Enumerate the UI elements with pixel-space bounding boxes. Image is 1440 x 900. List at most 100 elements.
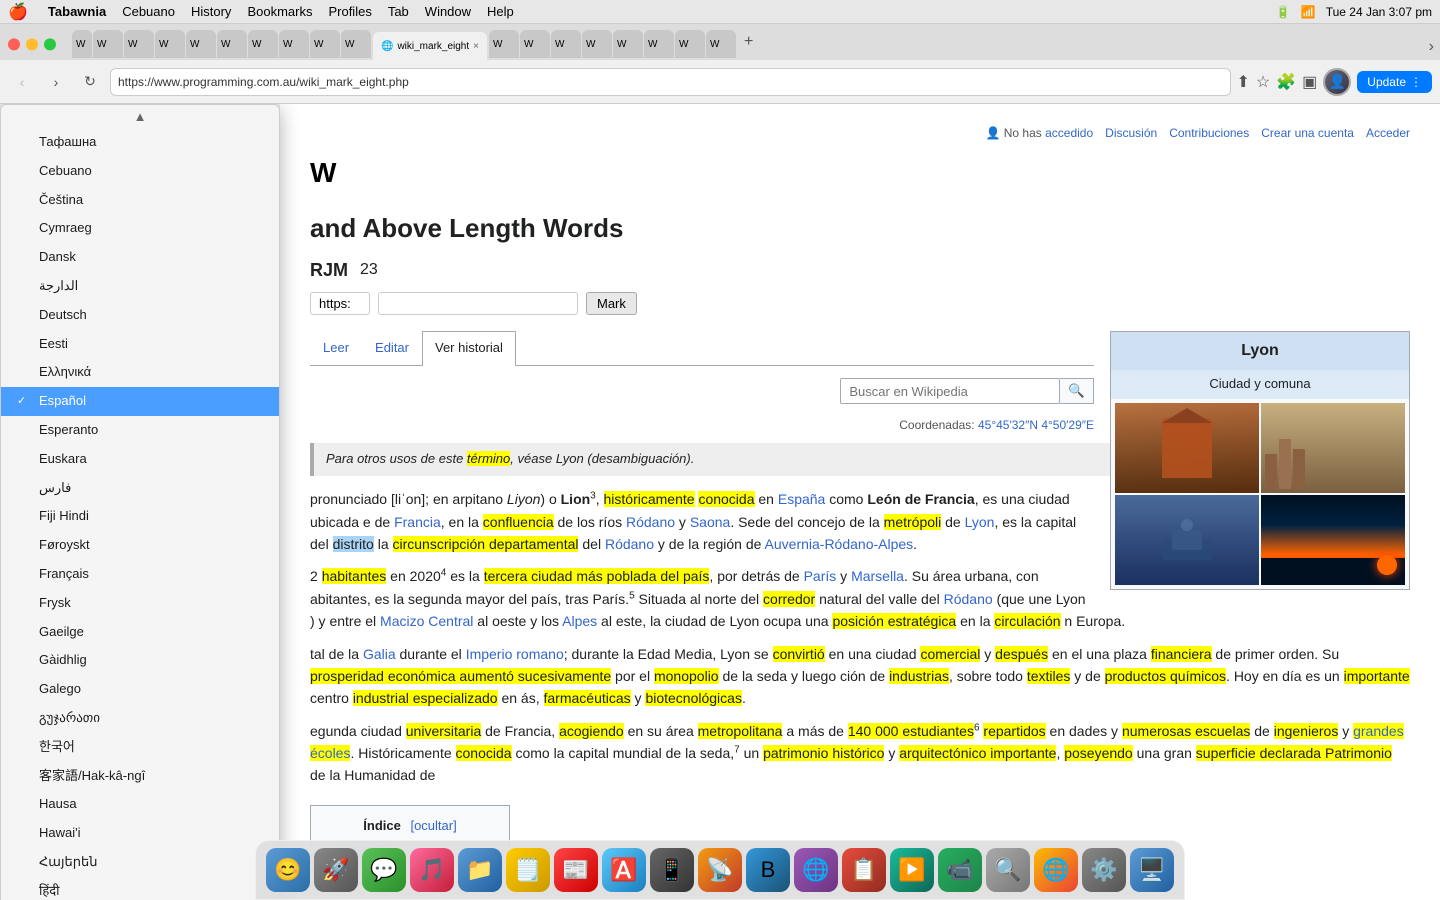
dock-unknown2[interactable]: 📋 xyxy=(842,848,886,892)
tab-item-r1[interactable]: W xyxy=(489,30,519,58)
app-menu-profiles[interactable]: Profiles xyxy=(320,4,379,19)
paris-link[interactable]: París xyxy=(804,568,837,584)
tab-item-8[interactable]: W xyxy=(279,30,309,58)
tab-active[interactable]: 🌐 wiki_mark_eight × xyxy=(373,32,487,60)
new-tab-button[interactable]: + xyxy=(738,33,759,51)
lang-item-greek[interactable]: Ελληνικά xyxy=(1,358,279,387)
lang-item-francais[interactable]: Français xyxy=(1,560,279,589)
minimize-button[interactable] xyxy=(26,38,38,50)
tab-item-1[interactable]: W xyxy=(72,30,92,58)
auvernia-link[interactable]: Auvernia-Ródano-Alpes xyxy=(765,536,914,552)
lang-item-galego[interactable]: Galego xyxy=(1,675,279,704)
dock-spotlight[interactable]: 🔍 xyxy=(986,848,1030,892)
extension-button[interactable]: 🧩 xyxy=(1276,72,1296,92)
coordinates-link[interactable]: 45°45′32″N 4°50′29″E xyxy=(978,418,1094,432)
contribuciones-link[interactable]: Contribuciones xyxy=(1169,124,1249,143)
lang-item-cebuano[interactable]: Cebuano xyxy=(1,157,279,186)
lang-item-faroyskt[interactable]: Føroyskt xyxy=(1,531,279,560)
dock-music[interactable]: 🎵 xyxy=(410,848,454,892)
lang-item-farsi[interactable]: فارس xyxy=(1,474,279,503)
tab-editar[interactable]: Editar xyxy=(362,331,422,365)
macizo-link[interactable]: Macizo Central xyxy=(380,613,473,629)
tab-item-9[interactable]: W xyxy=(310,30,340,58)
dock-files[interactable]: 📁 xyxy=(458,848,502,892)
toc-hide-link[interactable]: [ocultar] xyxy=(410,818,456,833)
app-menu-bookmarks[interactable]: Bookmarks xyxy=(239,4,320,19)
alpes-link[interactable]: Alpes xyxy=(562,613,597,629)
tab-item-3[interactable]: W xyxy=(124,30,154,58)
lang-item-armenian[interactable]: Հայերեն xyxy=(1,848,279,877)
update-button[interactable]: Update ⋮ xyxy=(1357,71,1432,93)
dock-filezilla[interactable]: 📡 xyxy=(698,848,742,892)
lang-item-gaidhlig[interactable]: Gàidhlig xyxy=(1,646,279,675)
francia-link[interactable]: Francia xyxy=(394,514,441,530)
rodano-link[interactable]: Ródano xyxy=(626,514,675,530)
app-menu-window[interactable]: Window xyxy=(417,4,479,19)
tab-close-btn[interactable]: × xyxy=(473,41,479,52)
sidebar-button[interactable]: ▣ xyxy=(1302,72,1317,92)
bookmark-button[interactable]: ☆ xyxy=(1256,72,1270,92)
app-menu-tab[interactable]: Tab xyxy=(380,4,417,19)
tab-item-10[interactable]: W xyxy=(341,30,371,58)
crear-cuenta-link[interactable]: Crear una cuenta xyxy=(1261,124,1354,143)
lang-item-cestina[interactable]: Čeština xyxy=(1,186,279,215)
app-menu-help[interactable]: Help xyxy=(479,4,522,19)
close-button[interactable] xyxy=(8,38,20,50)
lang-item-eesti[interactable]: Eesti xyxy=(1,330,279,359)
dock-messages[interactable]: 💬 xyxy=(362,848,406,892)
tab-item-r5[interactable]: W xyxy=(613,30,643,58)
app-menu-tabawnia[interactable]: Tabawnia xyxy=(40,4,114,19)
lang-item-dansk[interactable]: Dansk xyxy=(1,243,279,272)
lang-item-darija[interactable]: الدارجة xyxy=(1,272,279,301)
lyon-link[interactable]: Lyon xyxy=(556,451,584,466)
galia-link[interactable]: Galia xyxy=(363,646,396,662)
tab-item-r2[interactable]: W xyxy=(520,30,550,58)
dock-quicktime[interactable]: ▶️ xyxy=(890,848,934,892)
lang-item-gaeilge[interactable]: Gaeilge xyxy=(1,618,279,647)
tab-item-5[interactable]: W xyxy=(186,30,216,58)
back-button[interactable]: ‹ xyxy=(8,68,36,96)
lyon-body-link[interactable]: Lyon xyxy=(965,514,995,530)
mark-button[interactable]: Mark xyxy=(586,292,637,315)
tab-leer[interactable]: Leer xyxy=(310,331,362,365)
lang-item-frysk[interactable]: Frysk xyxy=(1,589,279,618)
dock-news[interactable]: 📰 xyxy=(554,848,598,892)
dock-facetime[interactable]: 📹 xyxy=(938,848,982,892)
lang-item-hakka[interactable]: 客家語/Hak-kâ-ngî xyxy=(1,762,279,791)
accedido-link[interactable]: accedido xyxy=(1045,126,1093,140)
tab-item-r6[interactable]: W xyxy=(644,30,674,58)
lang-item-euskara[interactable]: Euskara xyxy=(1,445,279,474)
lang-item-hausa[interactable]: Hausa xyxy=(1,790,279,819)
reload-button[interactable]: ↻ xyxy=(76,68,104,96)
tab-item-r3[interactable]: W xyxy=(551,30,581,58)
tab-overflow-btn[interactable]: › xyxy=(1429,38,1440,56)
rodano3-link[interactable]: Ródano xyxy=(944,591,993,607)
espana-link[interactable]: España xyxy=(778,491,825,507)
lang-item-deutsch[interactable]: Deutsch xyxy=(1,301,279,330)
forward-button[interactable]: › xyxy=(42,68,70,96)
lang-item-gujarati[interactable]: გუჯარათი xyxy=(1,704,279,733)
url-prefix-input[interactable] xyxy=(310,292,370,315)
maximize-button[interactable] xyxy=(44,38,56,50)
imperio-link[interactable]: Imperio romano xyxy=(466,646,564,662)
lang-item-korean[interactable]: 한국어 xyxy=(1,733,279,762)
marsella-link[interactable]: Marsella xyxy=(851,568,904,584)
tab-item-r4[interactable]: W xyxy=(582,30,612,58)
app-menu-cebuano[interactable]: Cebuano xyxy=(114,4,183,19)
tab-item-6[interactable]: W xyxy=(217,30,247,58)
dropdown-scroll-up[interactable]: ▲ xyxy=(1,105,279,128)
dock-settings[interactable]: ⚙️ xyxy=(1082,848,1126,892)
share-button[interactable]: ⬆ xyxy=(1237,72,1250,92)
mark-word-input[interactable] xyxy=(378,292,578,315)
address-bar[interactable] xyxy=(110,68,1231,96)
tab-item-2[interactable]: W xyxy=(93,30,123,58)
dock-unknown1[interactable]: 🌐 xyxy=(794,848,838,892)
saona-link[interactable]: Saona xyxy=(690,514,730,530)
tab-item-7[interactable]: W xyxy=(248,30,278,58)
discusion-link[interactable]: Discusión xyxy=(1105,124,1157,143)
tab-historial[interactable]: Ver historial xyxy=(422,331,516,366)
acceder-link[interactable]: Acceder xyxy=(1366,124,1410,143)
tab-item-r8[interactable]: W xyxy=(706,30,736,58)
lang-item-fiji-hindi[interactable]: Fiji Hindi xyxy=(1,502,279,531)
lang-item-tabashna[interactable]: Тафашна xyxy=(1,128,279,157)
